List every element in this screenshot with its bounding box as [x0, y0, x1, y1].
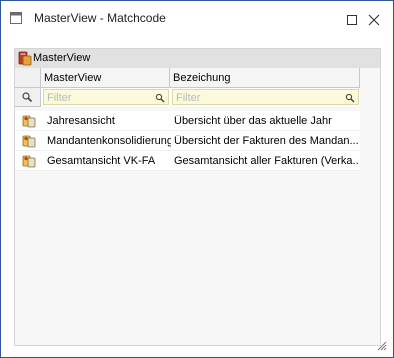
table-row[interactable]: Jahresansicht Übersicht über das aktuell… — [15, 111, 360, 131]
masterview-panel: MasterView MasterView Bezeichung Filter — [14, 48, 381, 346]
grid-rows: Jahresansicht Übersicht über das aktuell… — [15, 111, 360, 171]
cell-bezeichnung: Gesamtansicht aller Fakturen (Verka... — [174, 155, 359, 167]
cell-bezeichnung: Übersicht über das aktuelle Jahr — [174, 115, 332, 127]
close-icon — [368, 14, 380, 26]
view-icon — [22, 155, 36, 168]
group-panel-header: MasterView — [15, 49, 380, 68]
filter-row: Filter Filter — [15, 88, 360, 107]
view-icon — [22, 115, 36, 128]
view-icon — [22, 135, 36, 148]
column-header-masterview[interactable]: MasterView — [41, 68, 170, 88]
window-title: MasterView - Matchcode — [34, 11, 166, 25]
search-icon[interactable] — [155, 93, 165, 103]
column-header-bezeichnung[interactable]: Bezeichung — [170, 68, 360, 88]
group-caption: MasterView — [33, 52, 91, 64]
row-indicator-header — [15, 68, 41, 88]
masterview-icon — [18, 51, 32, 66]
close-button[interactable] — [361, 1, 387, 37]
cell-bezeichnung: Übersicht der Fakturen des Mandan... — [174, 135, 359, 147]
filter-input-bezeichnung[interactable]: Filter — [172, 89, 359, 105]
cell-masterview: Gesamtansicht VK-FA — [47, 155, 156, 167]
filter-search-icon — [22, 92, 33, 103]
table-row[interactable]: Gesamtansicht VK-FA Gesamtansicht aller … — [15, 151, 360, 171]
filter-placeholder: Filter — [47, 92, 72, 104]
resize-grip-icon[interactable] — [375, 339, 387, 351]
filter-input-masterview[interactable]: Filter — [43, 89, 169, 105]
matchcode-window: MasterView - Matchcode MasterView Master… — [0, 0, 394, 358]
search-icon[interactable] — [345, 93, 355, 103]
cell-masterview: Jahresansicht — [47, 115, 115, 127]
table-row[interactable]: Mandantenkonsolidierung Übersicht der Fa… — [15, 131, 360, 151]
filter-row-indicator[interactable] — [15, 88, 41, 107]
cell-masterview: Mandantenkonsolidierung — [47, 135, 171, 147]
grid-header-row: MasterView Bezeichung — [15, 68, 360, 88]
title-bar[interactable]: MasterView - Matchcode — [1, 1, 393, 37]
filter-placeholder: Filter — [176, 92, 201, 104]
app-window-icon — [10, 12, 22, 24]
